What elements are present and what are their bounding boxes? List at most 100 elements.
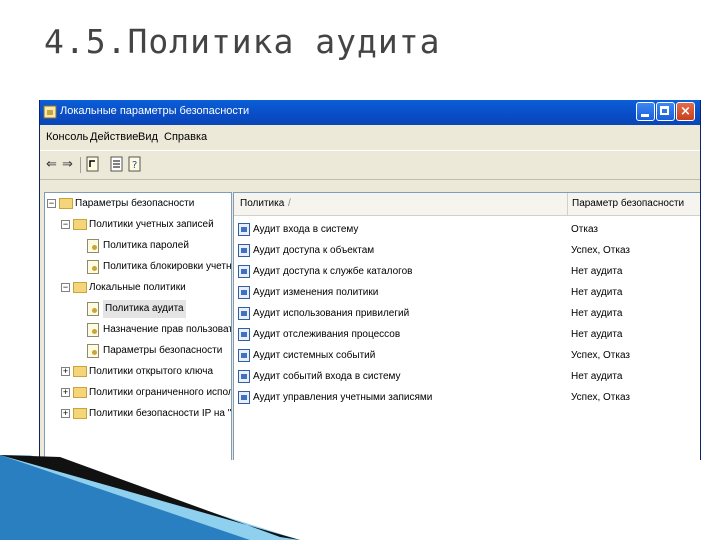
policy-setting-icon — [238, 286, 250, 299]
policy-setting-icon — [238, 328, 250, 341]
policy-setting-value: Нет аудита — [571, 266, 623, 277]
tree-item[interactable]: − Параметры безопасности — [45, 195, 231, 213]
window-titlebar[interactable]: Локальные параметры безопасности × — [40, 100, 700, 125]
toolbar-separator — [80, 157, 81, 173]
tree-item[interactable]: Политика аудита — [45, 300, 231, 318]
table-row[interactable]: Аудит системных событий Успех, Отказ — [234, 345, 700, 366]
expand-icon[interactable]: + — [61, 388, 70, 397]
close-button[interactable]: × — [676, 102, 695, 121]
tree-item[interactable]: Политика блокировки учетной записи — [45, 258, 231, 276]
policy-list[interactable]: Политика / Параметр безопасности Аудит в… — [233, 192, 700, 460]
maximize-button[interactable] — [656, 102, 675, 121]
menu-bar: Консоль Действие Вид Справка — [40, 128, 700, 148]
policy-name: Аудит отслеживания процессов — [253, 329, 401, 340]
tree-item-label: Политики ограниченного использования п — [89, 387, 231, 398]
forward-arrow-icon[interactable]: ⇒ — [62, 157, 73, 172]
policy-name: Аудит входа в систему — [253, 224, 359, 235]
policy-name: Аудит управления учетными записями — [253, 392, 433, 403]
policy-setting-icon — [238, 265, 250, 278]
table-row[interactable]: Аудит отслеживания процессов Нет аудита — [234, 324, 700, 345]
security-settings-icon — [59, 198, 73, 209]
back-arrow-icon[interactable]: ⇐ — [46, 157, 57, 172]
policy-setting-icon — [238, 244, 250, 257]
toolbar: ⇐ ⇒ ? — [40, 150, 700, 180]
policy-setting-icon — [238, 307, 250, 320]
policy-icon — [87, 344, 99, 358]
tree-item-label: Политика аудита — [103, 300, 186, 318]
policy-name: Аудит доступа к объектам — [253, 245, 375, 256]
menu-view[interactable]: Вид — [138, 131, 158, 143]
policy-setting-value: Нет аудита — [571, 287, 623, 298]
tree-item[interactable]: Политика паролей — [45, 237, 231, 255]
sort-indicator-icon: / — [288, 198, 291, 209]
tree-item[interactable]: + Политики ограниченного использования п — [45, 384, 231, 402]
policy-setting-value: Нет аудита — [571, 371, 623, 382]
tree-item[interactable]: Параметры безопасности — [45, 342, 231, 360]
menu-console[interactable]: Консоль — [46, 131, 88, 143]
folder-icon — [73, 282, 87, 293]
folder-icon — [73, 366, 87, 377]
computer-icon — [73, 408, 87, 419]
column-header-policy[interactable]: Политика / — [234, 193, 568, 216]
tree-item[interactable]: + Политики безопасности IP на "Локальный — [45, 405, 231, 423]
policy-name: Аудит доступа к службе каталогов — [253, 266, 413, 277]
tree-item[interactable]: − Политики учетных записей — [45, 216, 231, 234]
table-row[interactable]: Аудит доступа к службе каталогов Нет ауди… — [234, 261, 700, 282]
tree-item[interactable]: + Политики открытого ключа — [45, 363, 231, 381]
tree-item-label: Политика блокировки учетной записи — [103, 261, 232, 272]
policy-icon — [87, 260, 99, 274]
console-tree[interactable]: − Параметры безопасности − Политики учетных… — [44, 192, 232, 460]
table-row[interactable]: Аудит доступа к объектам Успех, Отказ — [234, 240, 700, 261]
policy-icon — [87, 323, 99, 337]
policy-setting-value: Успех, Отказ — [571, 350, 630, 361]
policy-setting-value: Отказ — [571, 224, 598, 235]
folder-icon — [73, 219, 87, 230]
expand-icon[interactable]: + — [61, 367, 70, 376]
collapse-icon[interactable]: − — [47, 199, 56, 208]
slide-decoration — [0, 455, 300, 540]
tree-item-label: Назначение прав пользователя — [103, 324, 232, 335]
policy-name: Аудит изменения политики — [253, 287, 379, 298]
collapse-icon[interactable]: − — [61, 283, 70, 292]
tree-item[interactable]: Назначение прав пользователя — [45, 321, 231, 339]
tree-item-label: Локальные политики — [89, 282, 186, 293]
tree-item-label: Параметры безопасности — [103, 345, 223, 356]
tree-item-label: Политика паролей — [103, 240, 189, 251]
policy-setting-icon — [238, 349, 250, 362]
table-row[interactable]: Аудит входа в систему Отказ — [234, 219, 700, 240]
table-row[interactable]: Аудит событий входа в систему Нет аудита — [234, 366, 700, 387]
tree-item-label: Политики открытого ключа — [89, 366, 214, 377]
table-row[interactable]: Аудит управления учетными записями Успех,… — [234, 387, 700, 408]
expand-icon[interactable]: + — [61, 409, 70, 418]
slide-title: 4.5.Политика аудита — [44, 22, 441, 61]
policy-setting-icon — [238, 223, 250, 236]
help-icon[interactable]: ? — [128, 155, 142, 173]
window-title: Локальные параметры безопасности — [60, 105, 250, 117]
folder-icon — [73, 387, 87, 398]
policy-setting-value: Нет аудита — [571, 308, 623, 319]
table-row[interactable]: Аудит использования привилегий Нет аудита — [234, 303, 700, 324]
tree-item-label: Параметры безопасности — [75, 198, 195, 209]
mmc-window: Локальные параметры безопасности × Консо… — [39, 100, 701, 460]
close-icon: × — [680, 104, 691, 119]
tree-item-label: Политики учетных записей — [89, 219, 214, 230]
menu-help[interactable]: Справка — [164, 131, 207, 143]
menu-action[interactable]: Действие — [90, 131, 138, 143]
column-header-setting[interactable]: Параметр безопасности — [568, 193, 700, 216]
export-list-icon[interactable] — [110, 155, 124, 173]
policy-setting-value: Нет аудита — [571, 329, 623, 340]
table-row[interactable]: Аудит изменения политики Нет аудита — [234, 282, 700, 303]
policy-name: Аудит событий входа в систему — [253, 371, 401, 382]
policy-icon — [87, 239, 99, 253]
collapse-icon[interactable]: − — [61, 220, 70, 229]
policy-setting-icon — [238, 370, 250, 383]
tree-item[interactable]: − Локальные политики — [45, 279, 231, 297]
policy-setting-value: Успех, Отказ — [571, 392, 630, 403]
policy-name: Аудит использования привилегий — [253, 308, 410, 319]
security-app-icon — [43, 105, 57, 119]
svg-text:?: ? — [132, 160, 137, 171]
minimize-button[interactable] — [636, 102, 655, 121]
up-level-icon[interactable] — [86, 155, 100, 173]
policy-setting-value: Успех, Отказ — [571, 245, 630, 256]
policy-icon — [87, 302, 99, 316]
